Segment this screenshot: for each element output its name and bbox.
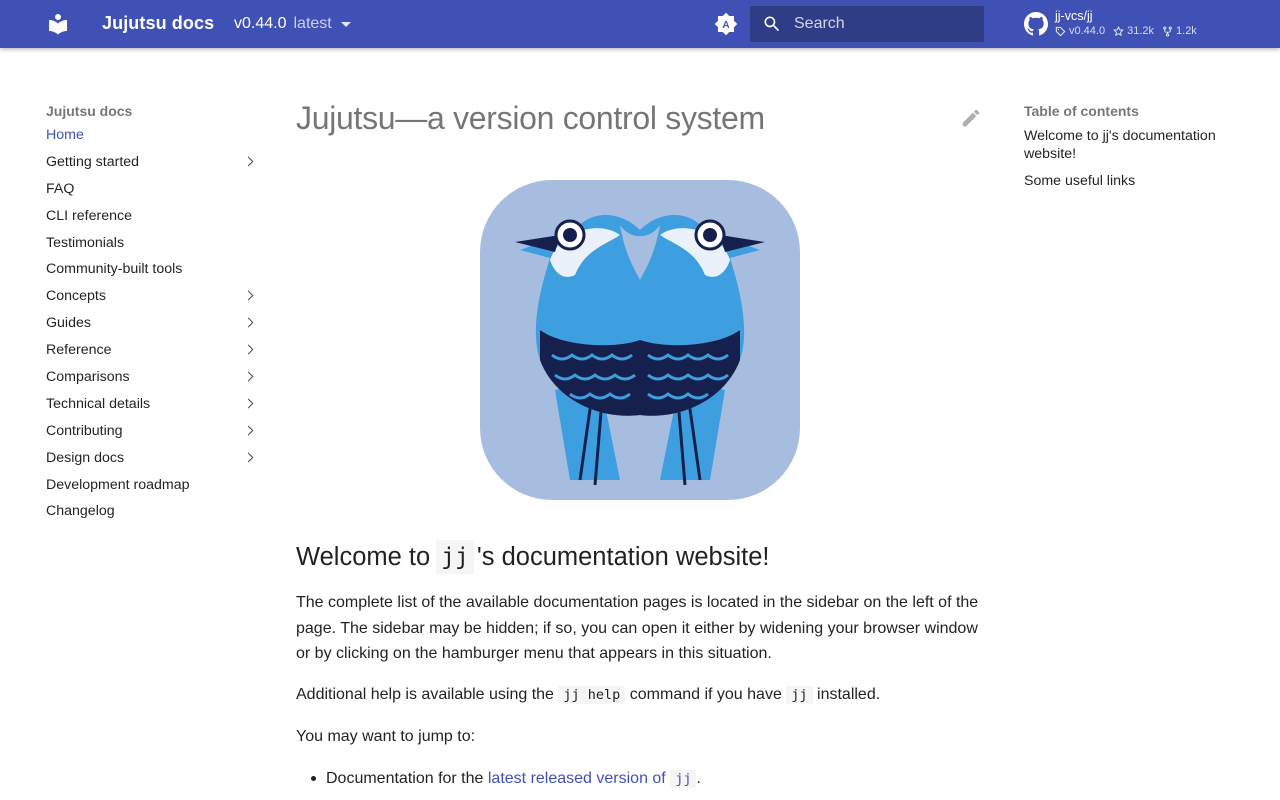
toc-item-welcome[interactable]: Welcome to jj's documentation website! <box>1024 127 1236 163</box>
tag-icon <box>1055 26 1066 36</box>
sidebar-item-label: CLI reference <box>46 207 132 224</box>
repo-link[interactable]: jj-vcs/jj v0.44.0 31.2k 1.2k <box>1024 6 1264 42</box>
sidebar-item-label: Changelog <box>46 503 115 520</box>
github-icon <box>1024 12 1048 36</box>
sidebar-item-label: Community-built tools <box>46 261 183 278</box>
chevron-right-icon <box>244 399 254 409</box>
star-icon <box>1113 25 1125 36</box>
welcome-heading: Welcome to jj 's documentation website! <box>296 540 770 574</box>
sidebar-item-reference[interactable]: Reference <box>46 337 258 364</box>
toc-item-useful-links[interactable]: Some useful links <box>1024 172 1236 190</box>
sidebar-item-concepts[interactable]: Concepts <box>46 283 258 310</box>
sidebar-item-label: Concepts <box>46 288 106 305</box>
repo-tag-value: v0.44.0 <box>1069 25 1106 37</box>
caret-down-icon <box>340 22 351 27</box>
page-title: Jujutsu—a version control system <box>296 100 765 136</box>
chevron-right-icon <box>244 291 254 301</box>
chevron-right-icon <box>244 453 254 463</box>
sidebar-item-changelog[interactable]: Changelog <box>46 498 258 525</box>
version-alias: latest <box>293 15 332 32</box>
sidebar-item-getting-started[interactable]: Getting started <box>46 149 258 176</box>
sidebar-item-technical-details[interactable]: Technical details <box>46 391 258 418</box>
welcome-code: jj <box>436 540 474 574</box>
repo-name: jj-vcs/jj <box>1055 9 1093 23</box>
sidebar-nav: Jujutsu docs Home Getting started FAQ CL… <box>46 100 258 525</box>
jump-paragraph: You may want to jump to: <box>296 728 476 745</box>
edit-pencil-icon[interactable] <box>960 107 982 129</box>
help-prefix: Additional help is available using the <box>296 686 554 703</box>
help-code-2: jj <box>786 686 813 704</box>
version-number: v0.44.0 <box>234 15 287 32</box>
help-code-1: jj help <box>558 686 626 704</box>
sidebar-item-label: Reference <box>46 342 112 359</box>
sidebar-item-label: Development roadmap <box>46 476 190 493</box>
table-of-contents: Table of contents Welcome to jj's docume… <box>1024 100 1236 199</box>
sidebar-item-label: Comparisons <box>46 369 130 386</box>
chevron-right-icon <box>244 345 254 355</box>
latest-release-link[interactable]: latest released version of jj <box>487 770 697 788</box>
main-content: Jujutsu—a version control system <box>296 96 984 140</box>
fork-icon <box>1163 25 1172 37</box>
search-input[interactable] <box>794 6 980 42</box>
sidebar-item-label: Testimonials <box>46 234 125 251</box>
help-suffix: installed. <box>817 686 881 703</box>
sidebar-item-label: Design docs <box>46 449 125 466</box>
repo-facts: v0.44.0 31.2k 1.2k <box>1055 25 1197 37</box>
sidebar-item-faq[interactable]: FAQ <box>46 176 258 203</box>
help-paragraph: Additional help is available using the j… <box>296 682 986 709</box>
repo-forks-value: 1.2k <box>1176 25 1197 37</box>
repo-stars-value: 31.2k <box>1127 25 1155 37</box>
chevron-right-icon <box>244 157 254 167</box>
sidebar-item-comparisons[interactable]: Comparisons <box>46 364 258 391</box>
sidebar-item-label: Technical details <box>46 395 151 412</box>
list-item: Documentation for the latest released ve… <box>311 766 701 793</box>
sidebar-item-design-docs[interactable]: Design docs <box>46 445 258 472</box>
svg-text:A: A <box>722 20 729 31</box>
sidebar-item-development-roadmap[interactable]: Development roadmap <box>46 472 258 499</box>
sidebar-item-guides[interactable]: Guides <box>46 310 258 337</box>
chevron-right-icon <box>244 372 254 382</box>
jujutsu-logo-image <box>480 180 800 500</box>
version-selector[interactable]: v0.44.0 latest <box>234 15 351 33</box>
top-header: Jujutsu docs v0.44.0 latest A jj-vcs/jj … <box>0 0 1280 48</box>
bullet-suffix: . <box>696 770 701 787</box>
site-title[interactable]: Jujutsu docs <box>102 13 214 34</box>
nav-title: Jujutsu docs <box>46 103 133 119</box>
repo-stars: 31.2k <box>1113 25 1154 37</box>
search-icon <box>764 16 780 32</box>
sidebar-item-testimonials[interactable]: Testimonials <box>46 230 258 257</box>
repo-forks: 1.2k <box>1162 25 1197 37</box>
chevron-right-icon <box>244 426 254 436</box>
repo-tag: v0.44.0 <box>1055 25 1105 37</box>
sidebar-item-home[interactable]: Home <box>46 122 258 149</box>
chevron-right-icon <box>244 318 254 328</box>
sidebar-item-label: Guides <box>46 315 91 332</box>
site-logo-icon[interactable] <box>46 12 70 36</box>
welcome-prefix: Welcome to <box>296 543 431 571</box>
bullet-prefix: Documentation for the <box>326 770 484 787</box>
search-box[interactable] <box>750 6 984 42</box>
sidebar-item-community-tools[interactable]: Community-built tools <box>46 256 258 283</box>
sidebar-item-contributing[interactable]: Contributing <box>46 418 258 445</box>
toc-title: Table of contents <box>1024 103 1139 119</box>
sidebar-item-label: FAQ <box>46 180 75 197</box>
intro-paragraph: The complete list of the available docum… <box>296 594 979 663</box>
latest-release-link-text: latest released version of <box>487 770 666 787</box>
sidebar-item-label: Getting started <box>46 153 140 170</box>
sidebar-item-cli-reference[interactable]: CLI reference <box>46 203 258 230</box>
latest-release-link-code: jj <box>670 770 697 788</box>
help-middle: command if you have <box>629 686 782 703</box>
welcome-suffix: 's documentation website! <box>476 543 770 571</box>
sidebar-item-label: Contributing <box>46 422 123 439</box>
sidebar-item-label: Home <box>46 127 84 143</box>
brightness-auto-icon[interactable]: A <box>714 12 738 36</box>
